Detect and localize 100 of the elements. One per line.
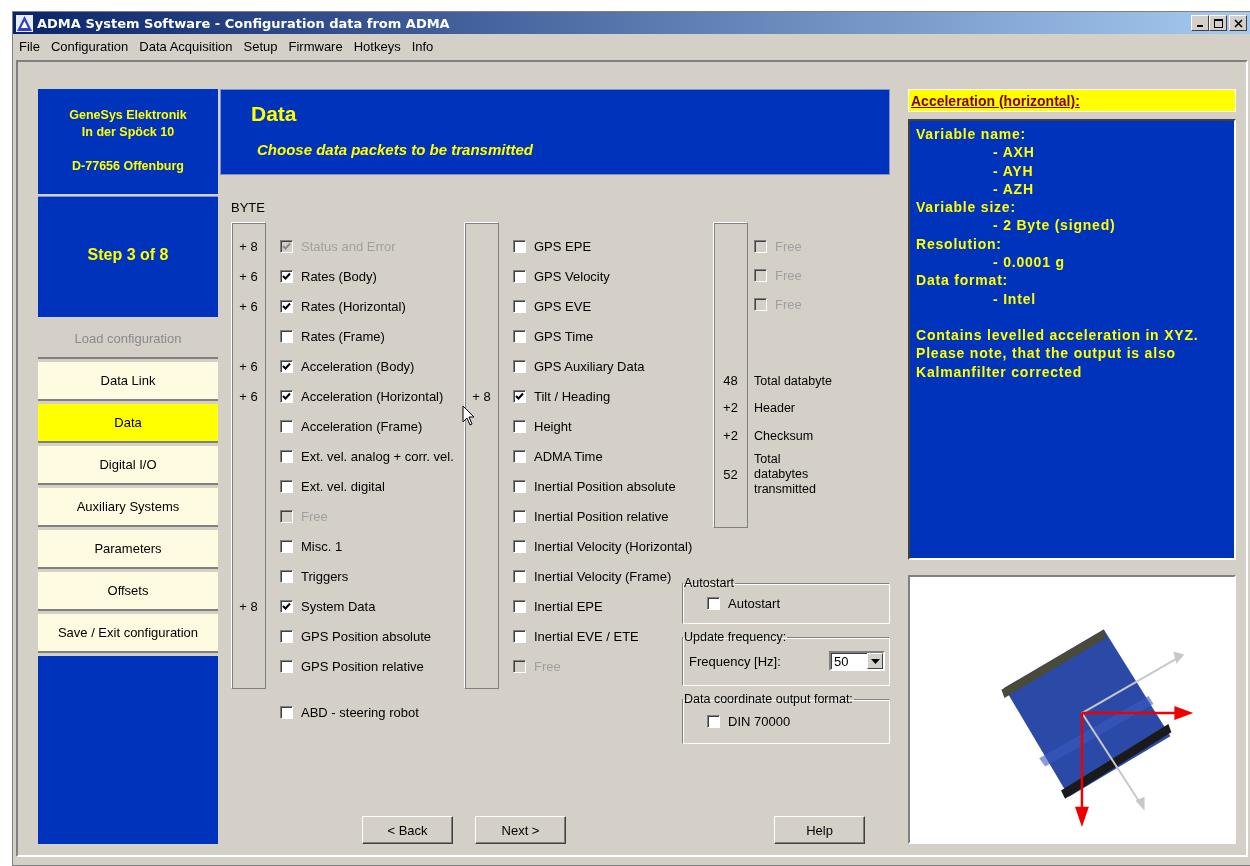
checkbox-label: Rates (Horizontal) <box>301 298 406 314</box>
checkbox-label: Autostart <box>728 596 781 611</box>
minimize-button[interactable] <box>1191 15 1209 31</box>
menu-item[interactable]: Firmware <box>288 38 343 54</box>
info-text: - AYH <box>992 161 1035 180</box>
column-heading: BYTE <box>231 200 266 217</box>
checkbox[interactable] <box>280 329 293 343</box>
maximize-button[interactable] <box>1209 15 1227 31</box>
checkbox[interactable] <box>280 419 293 433</box>
menu-item[interactable]: Data Acquisition <box>139 38 233 54</box>
checkbox[interactable] <box>513 269 526 283</box>
byte-total: +2 <box>722 399 739 417</box>
checkbox[interactable] <box>513 359 526 373</box>
company-address: GeneSys Elektronik <box>69 107 187 124</box>
checkbox[interactable] <box>280 599 293 613</box>
checkbox-label: Inertial EVE / ETE <box>534 628 639 644</box>
checkbox-label: Tilt / Heading <box>534 388 611 404</box>
checkbox[interactable] <box>280 389 293 403</box>
checkbox[interactable] <box>513 479 526 493</box>
menu-item[interactable]: Setup <box>243 38 278 54</box>
nav-button[interactable]: Offsets <box>38 572 218 611</box>
info-text: - 0.0001 g <box>992 253 1066 272</box>
checkbox[interactable] <box>280 569 293 583</box>
mouse-pointer-icon <box>462 405 476 427</box>
checkbox-label: GPS Position absolute <box>301 628 432 644</box>
menu-item[interactable]: Configuration <box>50 38 129 54</box>
checkbox-label: Rates (Body) <box>301 268 377 284</box>
maximize-icon <box>1213 18 1223 28</box>
frequency-dropdown[interactable]: 50 <box>829 651 885 671</box>
nav-button[interactable]: Parameters <box>38 530 218 569</box>
checkbox[interactable] <box>513 329 526 343</box>
checkbox-label: Acceleration (Horizontal) <box>301 388 444 404</box>
checkbox-label: Inertial Position absolute <box>534 478 676 494</box>
info-text: - Intel <box>992 289 1037 308</box>
checkbox[interactable] <box>513 389 526 403</box>
minimize-icon <box>1197 25 1203 27</box>
close-icon <box>1233 18 1243 28</box>
triangle-logo-icon <box>16 14 33 32</box>
nav-button[interactable]: Auxiliary Systems <box>38 488 218 527</box>
nav-button[interactable]: Digital I/O <box>38 446 218 485</box>
checkbox-label: Inertial Velocity (Horizontal) <box>534 538 693 554</box>
checkbox[interactable] <box>280 629 293 643</box>
info-text: Resolution: <box>916 234 1003 254</box>
checkbox-label: Inertial Velocity (Frame) <box>534 568 672 584</box>
checkbox[interactable] <box>707 715 720 728</box>
checkbox[interactable] <box>513 449 526 463</box>
checkbox[interactable] <box>280 299 293 313</box>
total-label: Total databytes transmitted <box>754 451 817 498</box>
nav-button[interactable]: Save / Exit configuration <box>38 614 218 653</box>
info-text: Variable size: <box>916 198 1017 217</box>
checkbox[interactable] <box>513 629 526 643</box>
checkbox-label: GPS EVE <box>534 298 592 314</box>
checkbox[interactable] <box>280 449 293 463</box>
checkbox-label: GPS EPE <box>534 238 592 254</box>
menu-item[interactable]: Hotkeys <box>353 38 401 54</box>
checkbox[interactable] <box>280 706 293 719</box>
checkbox[interactable] <box>280 659 293 673</box>
checkbox[interactable] <box>513 239 526 253</box>
checkbox[interactable] <box>513 569 526 583</box>
checkbox[interactable] <box>513 539 526 553</box>
close-button[interactable] <box>1229 15 1247 31</box>
next-button[interactable]: Next > <box>475 816 566 844</box>
checkbox-label: Height <box>534 418 572 434</box>
back-button[interactable]: < Back <box>362 816 453 844</box>
checkbox-label: Acceleration (Frame) <box>301 418 423 434</box>
page-title: Data <box>251 102 298 126</box>
info-text: - AZH <box>992 179 1035 199</box>
menu-item[interactable]: Info <box>411 38 434 54</box>
checkbox-label: GPS Auxiliary Data <box>534 358 645 374</box>
byte-count: + 6 <box>238 387 259 406</box>
total-label: Total databyte <box>754 373 833 390</box>
checkbox[interactable] <box>513 419 526 433</box>
group-title: Data coordinate output format: <box>683 692 854 706</box>
checkbox[interactable] <box>707 597 720 610</box>
company-address: In der Spöck 10 <box>81 124 175 141</box>
dropdown-arrow-icon <box>870 658 880 664</box>
group-title: Update frequency: <box>683 630 788 644</box>
checkbox-label: Misc. 1 <box>301 538 343 554</box>
checkbox[interactable] <box>513 509 526 523</box>
page-subtitle: Choose data packets to be transmitted <box>257 141 534 158</box>
checkbox[interactable] <box>513 299 526 313</box>
help-button[interactable]: Help <box>774 816 865 844</box>
byte-count: + 8 <box>238 237 259 256</box>
checkbox-label: Rates (Frame) <box>301 328 385 344</box>
menu-item[interactable]: File <box>19 38 40 54</box>
byte-total: +2 <box>722 427 739 445</box>
info-text: Contains levelled acceleration in XYZ. Please note, that the output is also Kalmanfilter corrected <box>916 325 1200 381</box>
checkbox-label: Inertial Position relative <box>534 508 669 524</box>
info-text: - 2 Byte (signed) <box>992 216 1117 235</box>
nav-button[interactable]: Data Link <box>38 362 218 401</box>
total-label: Checksum <box>754 428 815 445</box>
nav-button[interactable]: Data <box>38 404 218 443</box>
checkbox[interactable] <box>280 479 293 493</box>
info-title: Acceleration (horizontal): <box>911 92 1080 109</box>
checkbox[interactable] <box>280 539 293 553</box>
checkbox-label: Triggers <box>301 568 349 584</box>
checkbox[interactable] <box>513 599 526 613</box>
checkbox[interactable] <box>280 359 293 373</box>
checkbox-label: GPS Position relative <box>301 658 424 674</box>
checkbox[interactable] <box>280 269 293 283</box>
